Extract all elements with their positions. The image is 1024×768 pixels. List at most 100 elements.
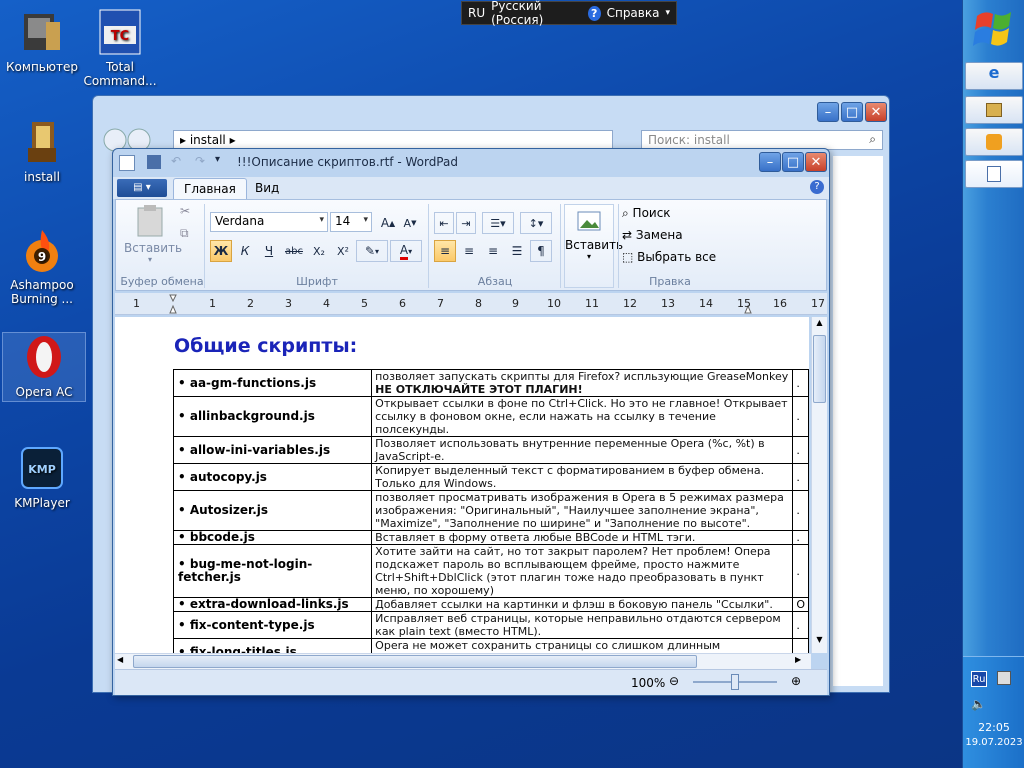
- taskbar-explorer-button[interactable]: [965, 96, 1023, 124]
- decrease-indent-icon[interactable]: ⇤: [434, 212, 454, 234]
- search-icon: ⌕: [869, 132, 876, 146]
- ruler[interactable]: 1 1 2 3 4 5 6 7 8 9 10 11 12 13 14 15 16…: [115, 293, 827, 315]
- help-icon[interactable]: ?: [587, 5, 601, 21]
- explorer-maximize-button[interactable]: □: [841, 102, 863, 122]
- insert-button[interactable]: Вставить ▾: [564, 204, 623, 288]
- font-color-button[interactable]: A ▾: [390, 240, 422, 262]
- shrink-font-button[interactable]: A ▼: [400, 212, 420, 234]
- chevron-down-icon: ▾: [363, 215, 368, 225]
- select-all-button[interactable]: ⬚ Выбрать все: [622, 250, 716, 264]
- clock-time[interactable]: 22:05: [963, 721, 1024, 734]
- wordpad-minimize-button[interactable]: –: [759, 152, 781, 172]
- desktop-icon-total-commander[interactable]: TC Total Command...: [78, 8, 162, 88]
- desktop-icon-kmplayer[interactable]: KMP KMPlayer: [0, 444, 84, 510]
- tab-home[interactable]: Главная: [173, 178, 247, 199]
- subscript-button[interactable]: X₂: [308, 240, 330, 262]
- save-icon[interactable]: [147, 155, 161, 169]
- explorer-minimize-button[interactable]: –: [817, 102, 839, 122]
- italic-button[interactable]: К: [234, 240, 256, 262]
- opera-icon: [20, 333, 68, 381]
- highlight-color-button[interactable]: ✎ ▾: [356, 240, 388, 262]
- scripts-table: • aa-gm-functions.js позволяет запускать …: [172, 369, 809, 653]
- explorer-search-input[interactable]: Поиск: install ⌕: [641, 130, 883, 150]
- help-label[interactable]: Справка: [607, 6, 660, 20]
- copy-icon[interactable]: ⧉: [180, 226, 189, 241]
- clock-date[interactable]: 19.07.2023: [963, 737, 1024, 748]
- network-icon[interactable]: [997, 671, 1011, 685]
- zoom-in-icon[interactable]: ⊕: [791, 674, 801, 688]
- zoom-slider-thumb[interactable]: [731, 674, 739, 690]
- scroll-down-icon[interactable]: ▼: [813, 635, 826, 649]
- replace-button[interactable]: ⇄ Замена: [622, 228, 683, 242]
- desktop-icon-install[interactable]: install: [0, 118, 84, 184]
- taskbar-internet-explorer-button[interactable]: e: [965, 62, 1023, 90]
- quick-access-chevron-icon[interactable]: ▾: [215, 154, 220, 165]
- zoom-level: 100%: [631, 676, 666, 690]
- paragraph-dialog-icon[interactable]: ¶: [530, 240, 552, 262]
- help-icon[interactable]: ?: [810, 180, 824, 194]
- horizontal-scrollbar[interactable]: ◀ ▶: [115, 653, 811, 669]
- highlighter-icon: ✎: [364, 244, 376, 258]
- wordpad-titlebar[interactable]: ↶ ↷ ▾ !!!Описание скриптов.rtf - WordPad…: [113, 149, 829, 177]
- align-center-icon[interactable]: ≡: [458, 240, 480, 262]
- taskbar-wordpad-button[interactable]: [965, 160, 1023, 188]
- line-spacing-icon[interactable]: ↕▾: [520, 212, 552, 234]
- language-code[interactable]: RU: [468, 6, 485, 20]
- vertical-scrollbar[interactable]: ▲ ▼: [811, 317, 827, 653]
- font-family-select[interactable]: Verdana ▾: [210, 212, 328, 232]
- paste-button[interactable]: Вставить ▾: [124, 204, 182, 268]
- internet-explorer-icon: e: [988, 63, 1000, 82]
- language-bar[interactable]: RU Русский (Россия) ? Справка ▾: [461, 0, 677, 27]
- desktop-icon-computer[interactable]: Компьютер: [0, 8, 84, 74]
- document-area[interactable]: Общие скрипты: • aa-gm-functions.js позво…: [115, 317, 809, 653]
- language-name[interactable]: Русский (Россия): [491, 0, 582, 27]
- volume-muted-icon[interactable]: 🔈: [971, 697, 986, 711]
- strikethrough-button[interactable]: abc: [282, 240, 306, 262]
- folder-icon: [18, 118, 66, 166]
- desktop-icon-opera[interactable]: Opera AC: [2, 332, 86, 402]
- scroll-left-icon[interactable]: ◀: [117, 655, 131, 668]
- redo-icon[interactable]: ↷: [195, 154, 205, 168]
- table-row: • allinbackground.js Открывает ссылки в ф…: [172, 396, 809, 437]
- svg-text:TC: TC: [111, 29, 129, 44]
- langbar-options-icon[interactable]: ▾: [665, 8, 670, 18]
- start-button[interactable]: [969, 4, 1019, 54]
- table-row: • extra-download-links.js Добавляет ссылк…: [172, 597, 809, 612]
- script-description: позволяет просматривать изображения в Op…: [371, 490, 794, 531]
- align-right-icon[interactable]: ≡: [482, 240, 504, 262]
- justify-icon[interactable]: ☰: [506, 240, 528, 262]
- bullet-list-icon[interactable]: ☰▾: [482, 212, 514, 234]
- script-extra: .: [792, 436, 809, 464]
- underline-button[interactable]: Ч: [258, 240, 280, 262]
- wordpad-close-button[interactable]: ✕: [805, 152, 827, 172]
- wordpad-maximize-button[interactable]: □: [782, 152, 804, 172]
- input-language-indicator[interactable]: Ru: [971, 671, 987, 687]
- script-name: • allow-ini-variables.js: [172, 436, 373, 464]
- cut-icon[interactable]: ✂: [180, 204, 190, 218]
- superscript-button[interactable]: X²: [332, 240, 354, 262]
- taskbar-media-button[interactable]: [965, 128, 1023, 156]
- align-left-icon[interactable]: ≡: [434, 240, 456, 262]
- increase-indent-icon[interactable]: ⇥: [456, 212, 476, 234]
- grow-font-button[interactable]: A ▲: [378, 212, 398, 234]
- vertical-scroll-thumb[interactable]: [813, 335, 826, 403]
- horizontal-scroll-thumb[interactable]: [133, 655, 697, 668]
- bold-button[interactable]: Ж: [210, 240, 232, 262]
- wordpad-window[interactable]: ↶ ↷ ▾ !!!Описание скриптов.rtf - WordPad…: [112, 148, 830, 696]
- table-row: • Autosizer.js позволяет просматривать из…: [172, 490, 809, 531]
- script-name: • allinbackground.js: [172, 396, 373, 437]
- font-size-select[interactable]: 14 ▾: [330, 212, 372, 232]
- find-button[interactable]: ⌕ Поиск: [622, 206, 671, 221]
- tab-view[interactable]: Вид: [245, 178, 289, 199]
- editing-group-label: Правка: [649, 275, 691, 288]
- scroll-right-icon[interactable]: ▶: [795, 655, 809, 668]
- scroll-up-icon[interactable]: ▲: [813, 318, 826, 332]
- application-menu-button[interactable]: ▤ ▾: [117, 179, 167, 197]
- script-extra: .: [792, 611, 809, 639]
- ribbon: Вставить ▾ ✂ ⧉ Буфер обмена Verdana ▾ 14 ▾…: [115, 199, 827, 291]
- undo-icon[interactable]: ↶: [171, 154, 181, 168]
- desktop-icon-ashampoo[interactable]: 9 Ashampoo Burning ...: [0, 226, 84, 306]
- explorer-address-bar[interactable]: ▸ install ▸: [173, 130, 613, 150]
- explorer-close-button[interactable]: ✕: [865, 102, 887, 122]
- zoom-out-icon[interactable]: ⊖: [669, 674, 679, 688]
